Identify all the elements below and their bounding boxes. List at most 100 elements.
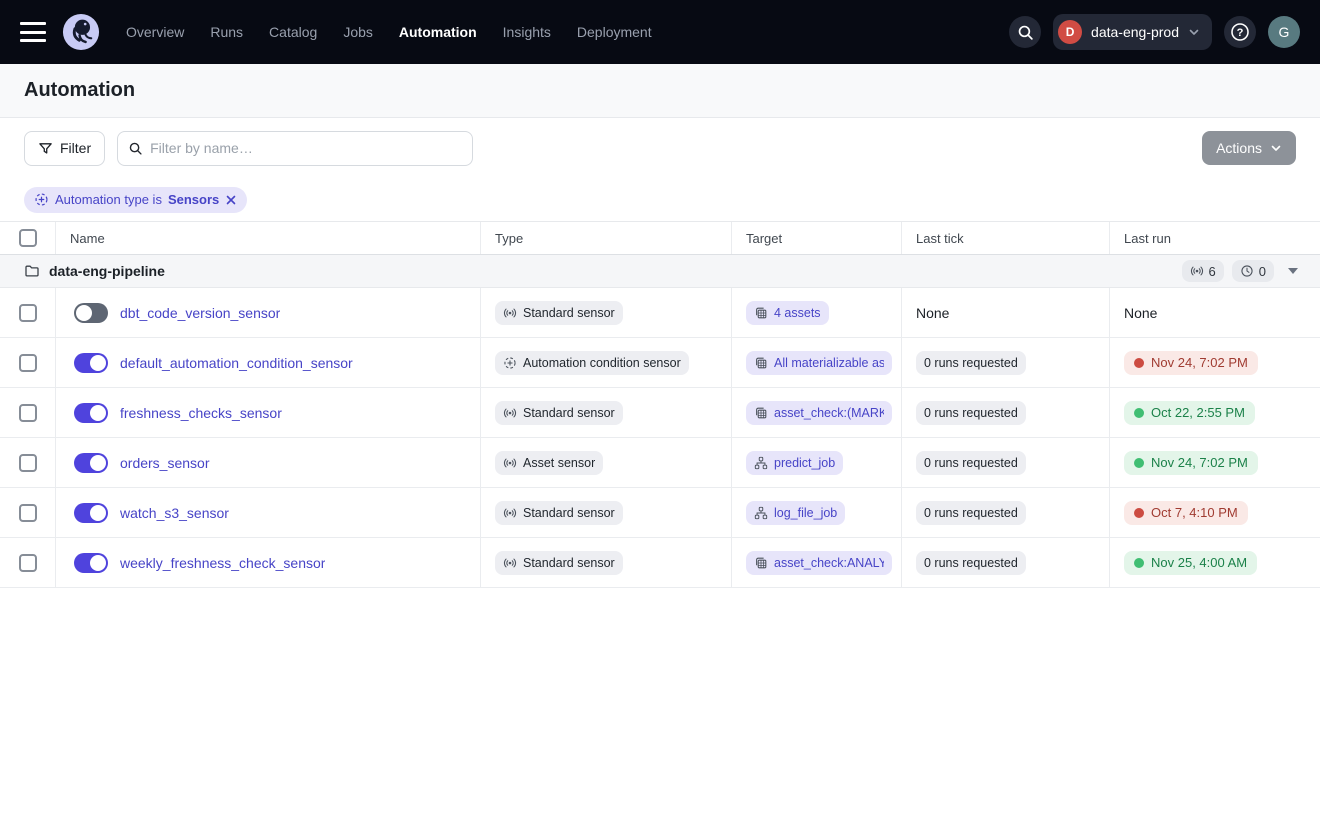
active-filters-row: Automation type is Sensors <box>0 178 1320 221</box>
last-run-time: Nov 24, 7:02 PM <box>1151 455 1248 470</box>
target-label: log_file_job <box>774 506 837 520</box>
nav-item-catalog[interactable]: Catalog <box>269 24 317 40</box>
row-checkbox[interactable] <box>19 504 37 522</box>
table-row: dbt_code_version_sensor Standard sensor … <box>0 288 1320 338</box>
topbar: Overview Runs Catalog Jobs Automation Insight… <box>0 0 1320 64</box>
last-tick-pill[interactable]: 0 runs requested <box>916 551 1026 575</box>
sensor-toggle[interactable] <box>74 303 108 323</box>
row-checkbox[interactable] <box>19 304 37 322</box>
clock-icon <box>1240 264 1254 278</box>
last-tick-pill[interactable]: 0 runs requested <box>916 401 1026 425</box>
automation-icon <box>503 356 517 370</box>
chevron-down-icon <box>1270 142 1282 154</box>
sensor-name-link[interactable]: weekly_freshness_check_sensor <box>120 555 325 571</box>
target-link[interactable]: asset_check:ANALYTICS <box>746 551 892 575</box>
help-icon: ? <box>1230 22 1250 42</box>
target-link[interactable]: All materializable assets <box>746 351 892 375</box>
sensor-toggle[interactable] <box>74 503 108 523</box>
avatar[interactable]: G <box>1268 16 1300 48</box>
last-tick-pill[interactable]: 0 runs requested <box>916 501 1026 525</box>
row-checkbox[interactable] <box>19 554 37 572</box>
sensor-name-link[interactable]: default_automation_condition_sensor <box>120 355 353 371</box>
last-tick-label: 0 runs requested <box>924 356 1018 370</box>
last-run-badge[interactable]: Nov 25, 4:00 AM <box>1124 551 1257 575</box>
target-link[interactable]: asset_check:(MARKETING <box>746 401 892 425</box>
help-button[interactable]: ? <box>1224 16 1256 48</box>
filter-tag-automation-type[interactable]: Automation type is Sensors <box>24 187 247 213</box>
filter-tag-prefix: Automation type is <box>55 192 162 207</box>
sensor-toggle[interactable] <box>74 553 108 573</box>
type-pill: Standard sensor <box>495 551 623 575</box>
sensor-toggle[interactable] <box>74 403 108 423</box>
table-row: weekly_freshness_check_sensor Standard s… <box>0 538 1320 588</box>
last-tick-pill[interactable]: 0 runs requested <box>916 451 1026 475</box>
group-name: data-eng-pipeline <box>49 263 165 279</box>
search-icon <box>1017 24 1034 41</box>
last-run-badge[interactable]: Nov 24, 7:02 PM <box>1124 451 1258 475</box>
actions-button-label: Actions <box>1216 140 1262 156</box>
type-pill: Standard sensor <box>495 301 623 325</box>
schedule-count: 0 <box>1259 264 1266 279</box>
last-tick-label: 0 runs requested <box>924 456 1018 470</box>
actions-button[interactable]: Actions <box>1202 131 1296 165</box>
nav-item-overview[interactable]: Overview <box>126 24 184 40</box>
row-checkbox[interactable] <box>19 454 37 472</box>
last-run-badge[interactable]: Oct 22, 2:55 PM <box>1124 401 1255 425</box>
sensor-name-link[interactable]: dbt_code_version_sensor <box>120 305 280 321</box>
type-pill: Standard sensor <box>495 401 623 425</box>
filter-button-label: Filter <box>60 140 91 156</box>
nav-item-deployment[interactable]: Deployment <box>577 24 652 40</box>
sensor-icon <box>503 506 517 520</box>
sensor-count-pill: 6 <box>1182 260 1224 282</box>
sensor-name-link[interactable]: watch_s3_sensor <box>120 505 229 521</box>
sensor-name-link[interactable]: orders_sensor <box>120 455 210 471</box>
sensor-name-link[interactable]: freshness_checks_sensor <box>120 405 282 421</box>
last-tick-value: None <box>916 305 949 321</box>
table-row: default_automation_condition_sensor Auto… <box>0 338 1320 388</box>
dagster-logo-icon[interactable] <box>62 13 100 51</box>
filter-tag-value: Sensors <box>168 192 219 207</box>
folder-icon <box>24 263 40 279</box>
target-label: asset_check:(MARKETING <box>774 406 884 420</box>
asset-icon <box>754 556 768 570</box>
nav-item-insights[interactable]: Insights <box>503 24 551 40</box>
schedule-count-pill: 0 <box>1232 260 1274 282</box>
row-checkbox[interactable] <box>19 354 37 372</box>
target-label: 4 assets <box>774 306 821 320</box>
close-icon[interactable] <box>225 194 237 206</box>
nav-item-runs[interactable]: Runs <box>210 24 243 40</box>
sensor-icon <box>503 306 517 320</box>
last-tick-label: 0 runs requested <box>924 506 1018 520</box>
target-link[interactable]: log_file_job <box>746 501 845 525</box>
table-row: watch_s3_sensor Standard sensor log_file… <box>0 488 1320 538</box>
name-filter-input[interactable] <box>150 140 462 156</box>
sensor-toggle[interactable] <box>74 353 108 373</box>
sensor-toggle[interactable] <box>74 453 108 473</box>
search-button[interactable] <box>1009 16 1041 48</box>
select-all-checkbox[interactable] <box>19 229 37 247</box>
menu-hamburger-icon[interactable] <box>20 22 46 42</box>
last-run-value: None <box>1124 305 1157 321</box>
filter-button[interactable]: Filter <box>24 131 105 166</box>
run-status-dot-icon <box>1134 558 1144 568</box>
column-header-name: Name <box>56 222 481 254</box>
nav-item-jobs[interactable]: Jobs <box>343 24 373 40</box>
last-run-badge[interactable]: Oct 7, 4:10 PM <box>1124 501 1248 525</box>
collapse-group-button[interactable] <box>1282 264 1304 278</box>
sensor-icon <box>503 406 517 420</box>
nav-item-automation[interactable]: Automation <box>399 24 477 40</box>
table-header-row: Name Type Target Last tick Last run <box>0 222 1320 255</box>
automations-table: Name Type Target Last tick Last run data… <box>0 221 1320 588</box>
asset-icon <box>754 356 768 370</box>
target-link[interactable]: 4 assets <box>746 301 829 325</box>
last-run-badge[interactable]: Nov 24, 7:02 PM <box>1124 351 1258 375</box>
sensor-icon <box>503 556 517 570</box>
run-status-dot-icon <box>1134 458 1144 468</box>
row-checkbox[interactable] <box>19 404 37 422</box>
last-run-time: Nov 24, 7:02 PM <box>1151 355 1248 370</box>
last-tick-pill[interactable]: 0 runs requested <box>916 351 1026 375</box>
target-link[interactable]: predict_job <box>746 451 843 475</box>
deployment-switcher[interactable]: D data-eng-prod <box>1053 14 1212 50</box>
run-status-dot-icon <box>1134 508 1144 518</box>
type-pill: Automation condition sensor <box>495 351 689 375</box>
